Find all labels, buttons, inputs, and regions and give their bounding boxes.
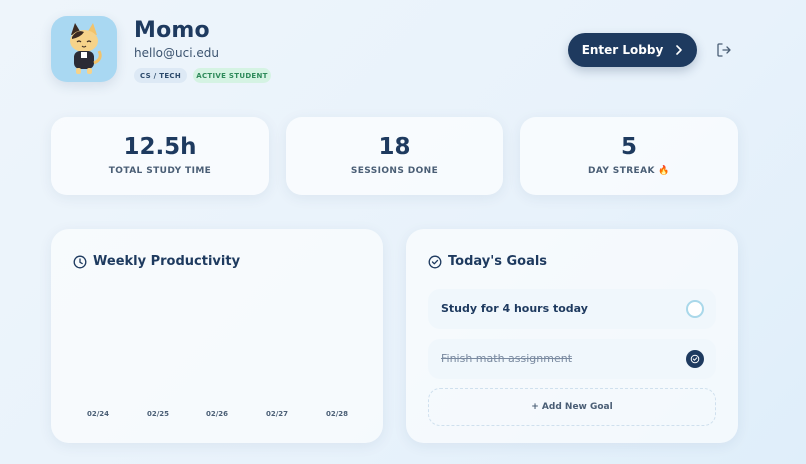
- chevron-right-icon: [676, 45, 683, 55]
- avatar: [51, 16, 117, 82]
- todays-goals-header: Today's Goals: [428, 254, 547, 269]
- goal-text: Finish math assignment: [441, 352, 573, 365]
- stat-card-sessions: 18 SESSIONS DONE: [286, 117, 503, 195]
- check-circle-icon: [428, 255, 442, 268]
- department-tag: CS / TECH: [134, 68, 187, 83]
- enter-lobby-button[interactable]: Enter Lobby: [568, 33, 697, 67]
- weekly-productivity-panel: Weekly Productivity 02/24 02/25 02/26 02…: [51, 229, 383, 443]
- goal-item[interactable]: Study for 4 hours today: [428, 289, 716, 329]
- stat-label: TOTAL STUDY TIME: [108, 166, 212, 176]
- add-goal-button[interactable]: + Add New Goal: [428, 388, 716, 426]
- weekly-productivity-title: Weekly Productivity: [93, 254, 241, 269]
- status-badge: ACTIVE STUDENT: [193, 68, 271, 83]
- goal-item[interactable]: Finish math assignment: [428, 339, 716, 379]
- goal-checkbox-checked[interactable]: [686, 350, 704, 368]
- stat-value: 12.5h: [123, 134, 197, 160]
- weekly-productivity-header: Weekly Productivity: [73, 254, 240, 269]
- enter-lobby-label: Enter Lobby: [581, 43, 664, 57]
- stat-label: SESSIONS DONE: [350, 166, 439, 176]
- stat-value: 5: [620, 134, 637, 160]
- goal-text: Study for 4 hours today: [441, 302, 588, 315]
- x-tick-label: 02/24: [86, 410, 110, 418]
- clock-icon: [73, 255, 87, 268]
- profile-name: Momo: [134, 18, 210, 43]
- cat-avatar-icon: [70, 23, 102, 74]
- stat-card-streak: 5 DAY STREAK 🔥: [520, 117, 738, 195]
- x-tick-label: 02/26: [205, 410, 229, 418]
- todays-goals-panel: Today's Goals Study for 4 hours today Fi…: [406, 229, 738, 443]
- stat-value: 18: [378, 134, 411, 160]
- x-tick-label: 02/25: [146, 410, 170, 418]
- check-icon: [690, 354, 700, 364]
- todays-goals-title: Today's Goals: [448, 254, 548, 269]
- logout-icon[interactable]: [715, 41, 733, 59]
- x-tick-label: 02/27: [265, 410, 289, 418]
- x-tick-label: 02/28: [325, 410, 349, 418]
- goal-checkbox[interactable]: [686, 300, 704, 318]
- stat-card-study-time: 12.5h TOTAL STUDY TIME: [51, 117, 269, 195]
- stat-label: DAY STREAK 🔥: [587, 166, 670, 176]
- weekly-x-axis: 02/24 02/25 02/26 02/27 02/28: [51, 410, 383, 422]
- profile-email: hello@uci.edu: [134, 46, 219, 60]
